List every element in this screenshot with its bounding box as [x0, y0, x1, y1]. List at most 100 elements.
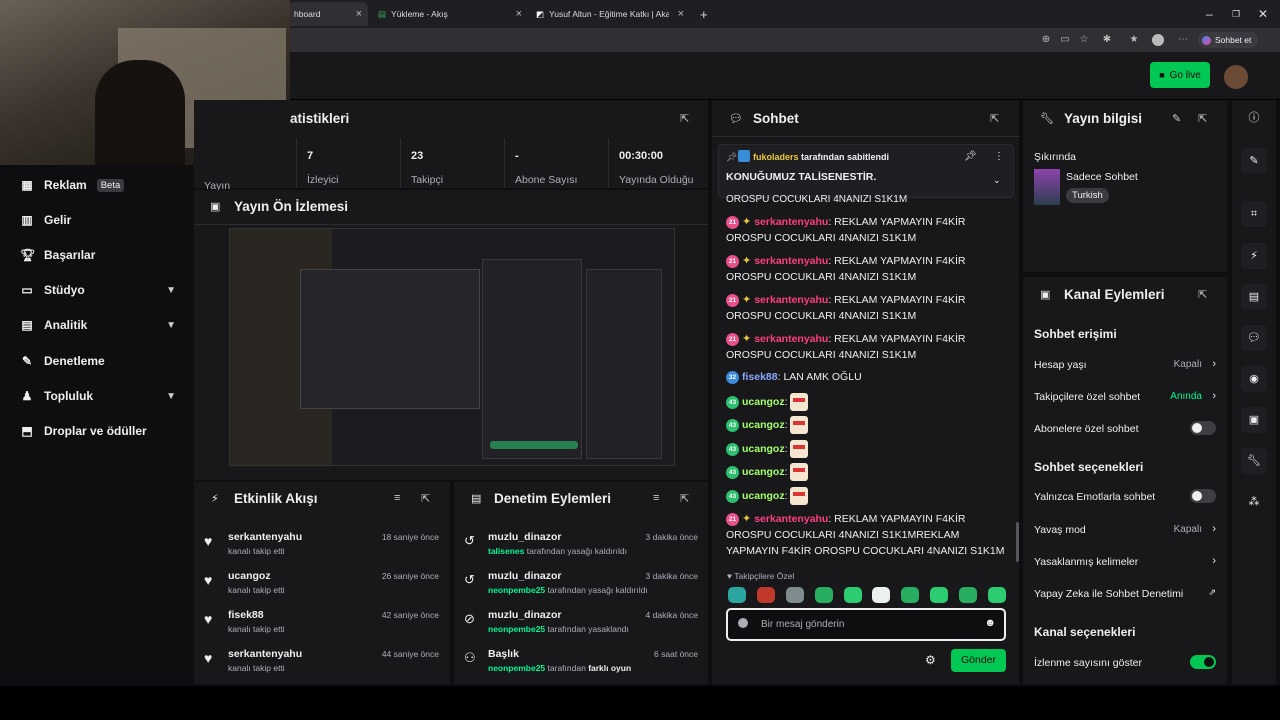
sidebar-item-gelir[interactable]: ▥ Gelir — [20, 213, 180, 227]
chat-message[interactable]: 21 ✦ serkantenyahu: REKLAM YAPMAYIN F4KİR … — [726, 511, 1006, 559]
viewer-count-row[interactable]: İzlenme sayısını göster — [1034, 655, 1216, 669]
category-name[interactable]: Sadece Sohbet — [1066, 171, 1138, 183]
window-close-icon[interactable]: ✕ — [1252, 2, 1274, 26]
wrench-icon[interactable]: 🔧︎ — [1241, 448, 1267, 474]
chat-message[interactable]: 43 ucangoz: — [726, 487, 1006, 505]
emote-icon[interactable] — [815, 587, 833, 603]
sidebar-item-reklam[interactable]: ▦ Reklam Beta — [20, 178, 180, 192]
emote-icon[interactable] — [988, 587, 1006, 603]
popout-icon[interactable]: ⇱ — [990, 112, 999, 125]
sidebar-item-denetleme[interactable]: ✎ Denetleme — [20, 354, 180, 368]
chat-scrollbar[interactable] — [1016, 522, 1019, 562]
emote-icon[interactable] — [786, 587, 804, 603]
emote-only-row[interactable]: Yalnızca Emotlarla sohbet — [1034, 489, 1216, 503]
lightning-icon[interactable]: ⚡︎ — [1241, 243, 1267, 269]
activity-row[interactable]: ♥ serkantenyahu kanalı takip etti 18 saniye… — [200, 531, 445, 569]
more-options-icon[interactable]: ⋮ — [994, 151, 1004, 162]
chat-message[interactable]: 21 ✦ serkantenyahu: REKLAM YAPMAYIN F4KİR … — [726, 253, 1006, 285]
emote-only-toggle[interactable] — [1190, 489, 1216, 503]
popout-icon[interactable]: ⇱ — [1198, 112, 1207, 125]
chat-message[interactable]: 21 ✦ serkantenyahu: REKLAM YAPMAYIN F4KİR … — [726, 331, 1006, 363]
sidebar-item-droplar[interactable]: ⬒ Droplar ve ödüller — [20, 424, 180, 438]
go-live-button[interactable]: ■ Go live — [1150, 62, 1210, 88]
emoji-icon[interactable]: ☻ — [984, 617, 996, 629]
layout-icon[interactable]: ▣ — [1241, 407, 1267, 433]
chat-icon[interactable]: 💬︎ — [1241, 325, 1267, 351]
popout-icon[interactable]: ⇱ — [421, 492, 430, 505]
emote-icon[interactable] — [757, 587, 775, 603]
viewer-count-toggle[interactable] — [1190, 655, 1216, 669]
close-tab-icon[interactable]: × — [678, 8, 684, 20]
popout-icon[interactable]: ⇱ — [680, 112, 689, 125]
emote-icon[interactable] — [901, 587, 919, 603]
chat-message[interactable]: 32 fisek88: LAN AMK OĞLU — [726, 369, 1006, 385]
maximize-icon[interactable]: ❐ — [1226, 2, 1246, 26]
filter-icon[interactable]: ≡ — [394, 492, 400, 504]
copilot-button[interactable]: Sohbet et — [1198, 32, 1258, 48]
clip-icon[interactable]: ⌗ — [1241, 201, 1267, 227]
filter-icon[interactable]: ≡ — [653, 492, 659, 504]
profile-avatar[interactable] — [1152, 34, 1164, 46]
emote-icon[interactable] — [728, 587, 746, 603]
reader-icon[interactable]: ▭ — [1059, 34, 1071, 46]
pencil-icon[interactable]: ✎ — [1241, 148, 1267, 174]
extension-icon[interactable]: ✱ — [1101, 34, 1113, 46]
subs-only-row[interactable]: Abonelere özel sohbet — [1034, 421, 1216, 435]
chat-message[interactable]: 43 ucangoz: — [726, 440, 1006, 458]
browser-tab-upload[interactable]: ▤ Yükleme - Akış × — [372, 2, 528, 26]
broadcast-icon[interactable]: ◉ — [1241, 366, 1267, 392]
sidebar-item-studyo[interactable]: ▭ Stüdyo ▼ — [20, 283, 180, 297]
category-thumbnail[interactable] — [1034, 169, 1060, 205]
slow-mode-row[interactable]: Yavaş mod Kapalı › — [1034, 523, 1216, 536]
extensions-icon[interactable]: ⁂ — [1241, 489, 1267, 515]
ai-moderation-row[interactable]: Yapay Zeka ile Sohbet Denetimi ⇗ — [1034, 587, 1216, 600]
followers-only-row[interactable]: Takipçilere özel sohbet Anında › — [1034, 390, 1216, 403]
settings-gear-icon[interactable]: ⚙ — [925, 653, 936, 667]
banned-words-row[interactable]: Yasaklanmış kelimeler › — [1034, 555, 1216, 568]
emote-icon[interactable] — [959, 587, 977, 603]
activity-row[interactable]: ♥ serkantenyahu kanalı takip etti 44 saniye… — [200, 648, 445, 686]
edit-icon[interactable]: ✎ — [1172, 112, 1181, 125]
account-age-row[interactable]: Hesap yaşı Kapalı › — [1034, 358, 1216, 371]
chat-input[interactable]: Bir mesaj gönderin ☻ — [726, 608, 1006, 641]
stream-preview-video[interactable] — [229, 228, 675, 466]
tag-badge[interactable]: Turkish — [1066, 188, 1109, 203]
unpin-icon[interactable]: 📌︎ — [964, 151, 977, 162]
sidebar-item-topluluk[interactable]: ♟ Topluluk ▼ — [20, 389, 180, 403]
browser-tab-dashboard[interactable]: hboard × — [288, 2, 368, 26]
user-avatar[interactable] — [1224, 65, 1248, 89]
emote-icon[interactable] — [930, 587, 948, 603]
moderation-row[interactable]: ↺ muzlu_dinazor neonpembe25 tarafından yas… — [460, 570, 704, 608]
new-tab-button[interactable]: + — [694, 2, 714, 26]
send-button[interactable]: Gönder — [951, 649, 1006, 672]
sidebar-item-analitik[interactable]: ▤ Analitik ▼ — [20, 318, 180, 332]
emote-icon[interactable] — [872, 587, 890, 603]
minimize-icon[interactable]: – — [1200, 2, 1219, 26]
more-icon[interactable]: ⋯ — [1177, 34, 1189, 46]
chat-message[interactable]: 43 ucangoz: — [726, 463, 1006, 481]
browser-tab-academy[interactable]: ◩ Yusuf Altun - Eğitime Katkı | Akade × — [530, 2, 690, 26]
chat-message[interactable]: 21 ✦ serkantenyahu: REKLAM YAPMAYIN F4KİR … — [726, 214, 1006, 246]
favorites-icon[interactable]: ★ — [1128, 34, 1140, 46]
moderation-row[interactable]: ⚇ Başlık neonpembe25 tarafından farklı oyu… — [460, 648, 704, 686]
close-tab-icon[interactable]: × — [516, 8, 522, 20]
activity-row[interactable]: ♥ fisek88 kanalı takip etti 42 saniye önce — [200, 609, 445, 647]
chevron-down-icon[interactable]: ⌄ — [993, 175, 1001, 186]
activity-row[interactable]: ♥ ucangoz kanalı takip etti 26 saniye önce — [200, 570, 445, 608]
close-tab-icon[interactable]: × — [356, 8, 362, 20]
sidebar-item-basarilar[interactable]: 🏆︎ Başarılar — [20, 248, 180, 262]
moderation-row[interactable]: ↺ muzlu_dinazor talisenes tarafından yasağ… — [460, 531, 704, 569]
zoom-icon[interactable]: ⊕ — [1040, 34, 1052, 46]
popout-icon[interactable]: ⇱ — [680, 492, 689, 505]
info-icon[interactable]: ⓘ — [1241, 105, 1267, 131]
bits-icon[interactable] — [738, 618, 748, 628]
star-icon[interactable]: ☆ — [1078, 34, 1090, 46]
chat-message[interactable]: 21 ✦ serkantenyahu: REKLAM YAPMAYIN F4KİR … — [726, 292, 1006, 324]
chat-message[interactable]: 43 ucangoz: — [726, 393, 1006, 411]
notes-icon[interactable]: ▤ — [1241, 284, 1267, 310]
moderation-row[interactable]: ⊘ muzlu_dinazor neonpembe25 tarafından yas… — [460, 609, 704, 647]
subs-only-toggle[interactable] — [1190, 421, 1216, 435]
popout-icon[interactable]: ⇱ — [1198, 288, 1207, 301]
chat-message[interactable]: 43 ucangoz: — [726, 416, 1006, 434]
emote-icon[interactable] — [844, 587, 862, 603]
